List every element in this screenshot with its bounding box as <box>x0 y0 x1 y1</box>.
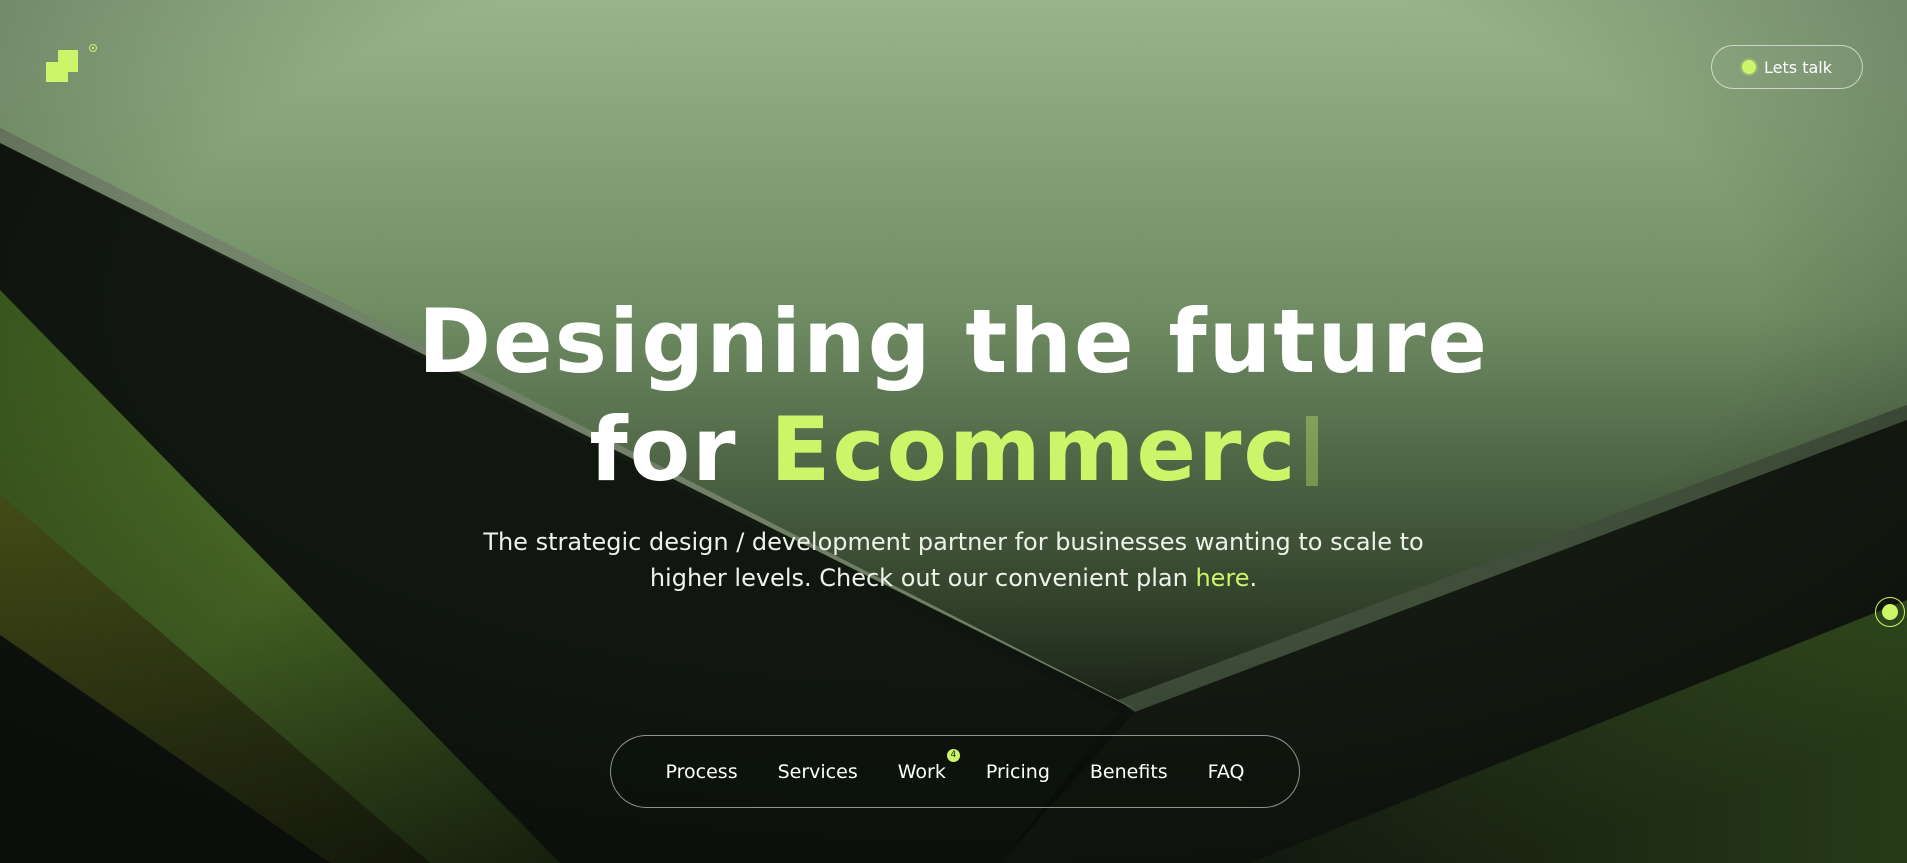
hero-title-line-1: Designing the future <box>417 290 1490 393</box>
hero-subtitle-line-2: higher levels. Check out our convenient … <box>649 564 1196 592</box>
nav-item-work[interactable]: Work 4 <box>897 748 960 783</box>
nav-item-faq[interactable]: FAQ <box>1208 761 1245 783</box>
pricing-plan-link[interactable]: here <box>1195 564 1249 592</box>
nav-item-services[interactable]: Services <box>778 761 858 783</box>
logo-icon[interactable] <box>44 44 100 96</box>
lets-talk-label: Lets talk <box>1764 57 1832 77</box>
hero-subtitle: The strategic design / development partn… <box>0 524 1907 596</box>
hero-subtitle-line-1: The strategic design / development partn… <box>483 528 1424 556</box>
nav-item-benefits[interactable]: Benefits <box>1090 761 1168 783</box>
typing-cursor <box>1305 416 1318 486</box>
bottom-nav: Process Services Work 4 Pricing Benefits … <box>610 735 1300 808</box>
work-count-badge: 4 <box>946 748 960 762</box>
lets-talk-button[interactable]: Lets talk <box>1711 45 1863 89</box>
nav-item-pricing[interactable]: Pricing <box>986 761 1050 783</box>
hero-title-accent: Ecommerc <box>770 398 1298 501</box>
hero-title-line-2-prefix: for <box>589 398 771 501</box>
scroll-indicator-icon[interactable] <box>1875 597 1905 627</box>
hero-title: Designing the future for Ecommerc <box>0 288 1907 504</box>
hero-subtitle-period: . <box>1249 564 1258 592</box>
nav-item-process[interactable]: Process <box>666 761 738 783</box>
nav-item-work-label: Work <box>897 760 946 783</box>
status-dot-icon <box>1742 60 1757 74</box>
scroll-indicator-dot <box>1882 604 1898 620</box>
